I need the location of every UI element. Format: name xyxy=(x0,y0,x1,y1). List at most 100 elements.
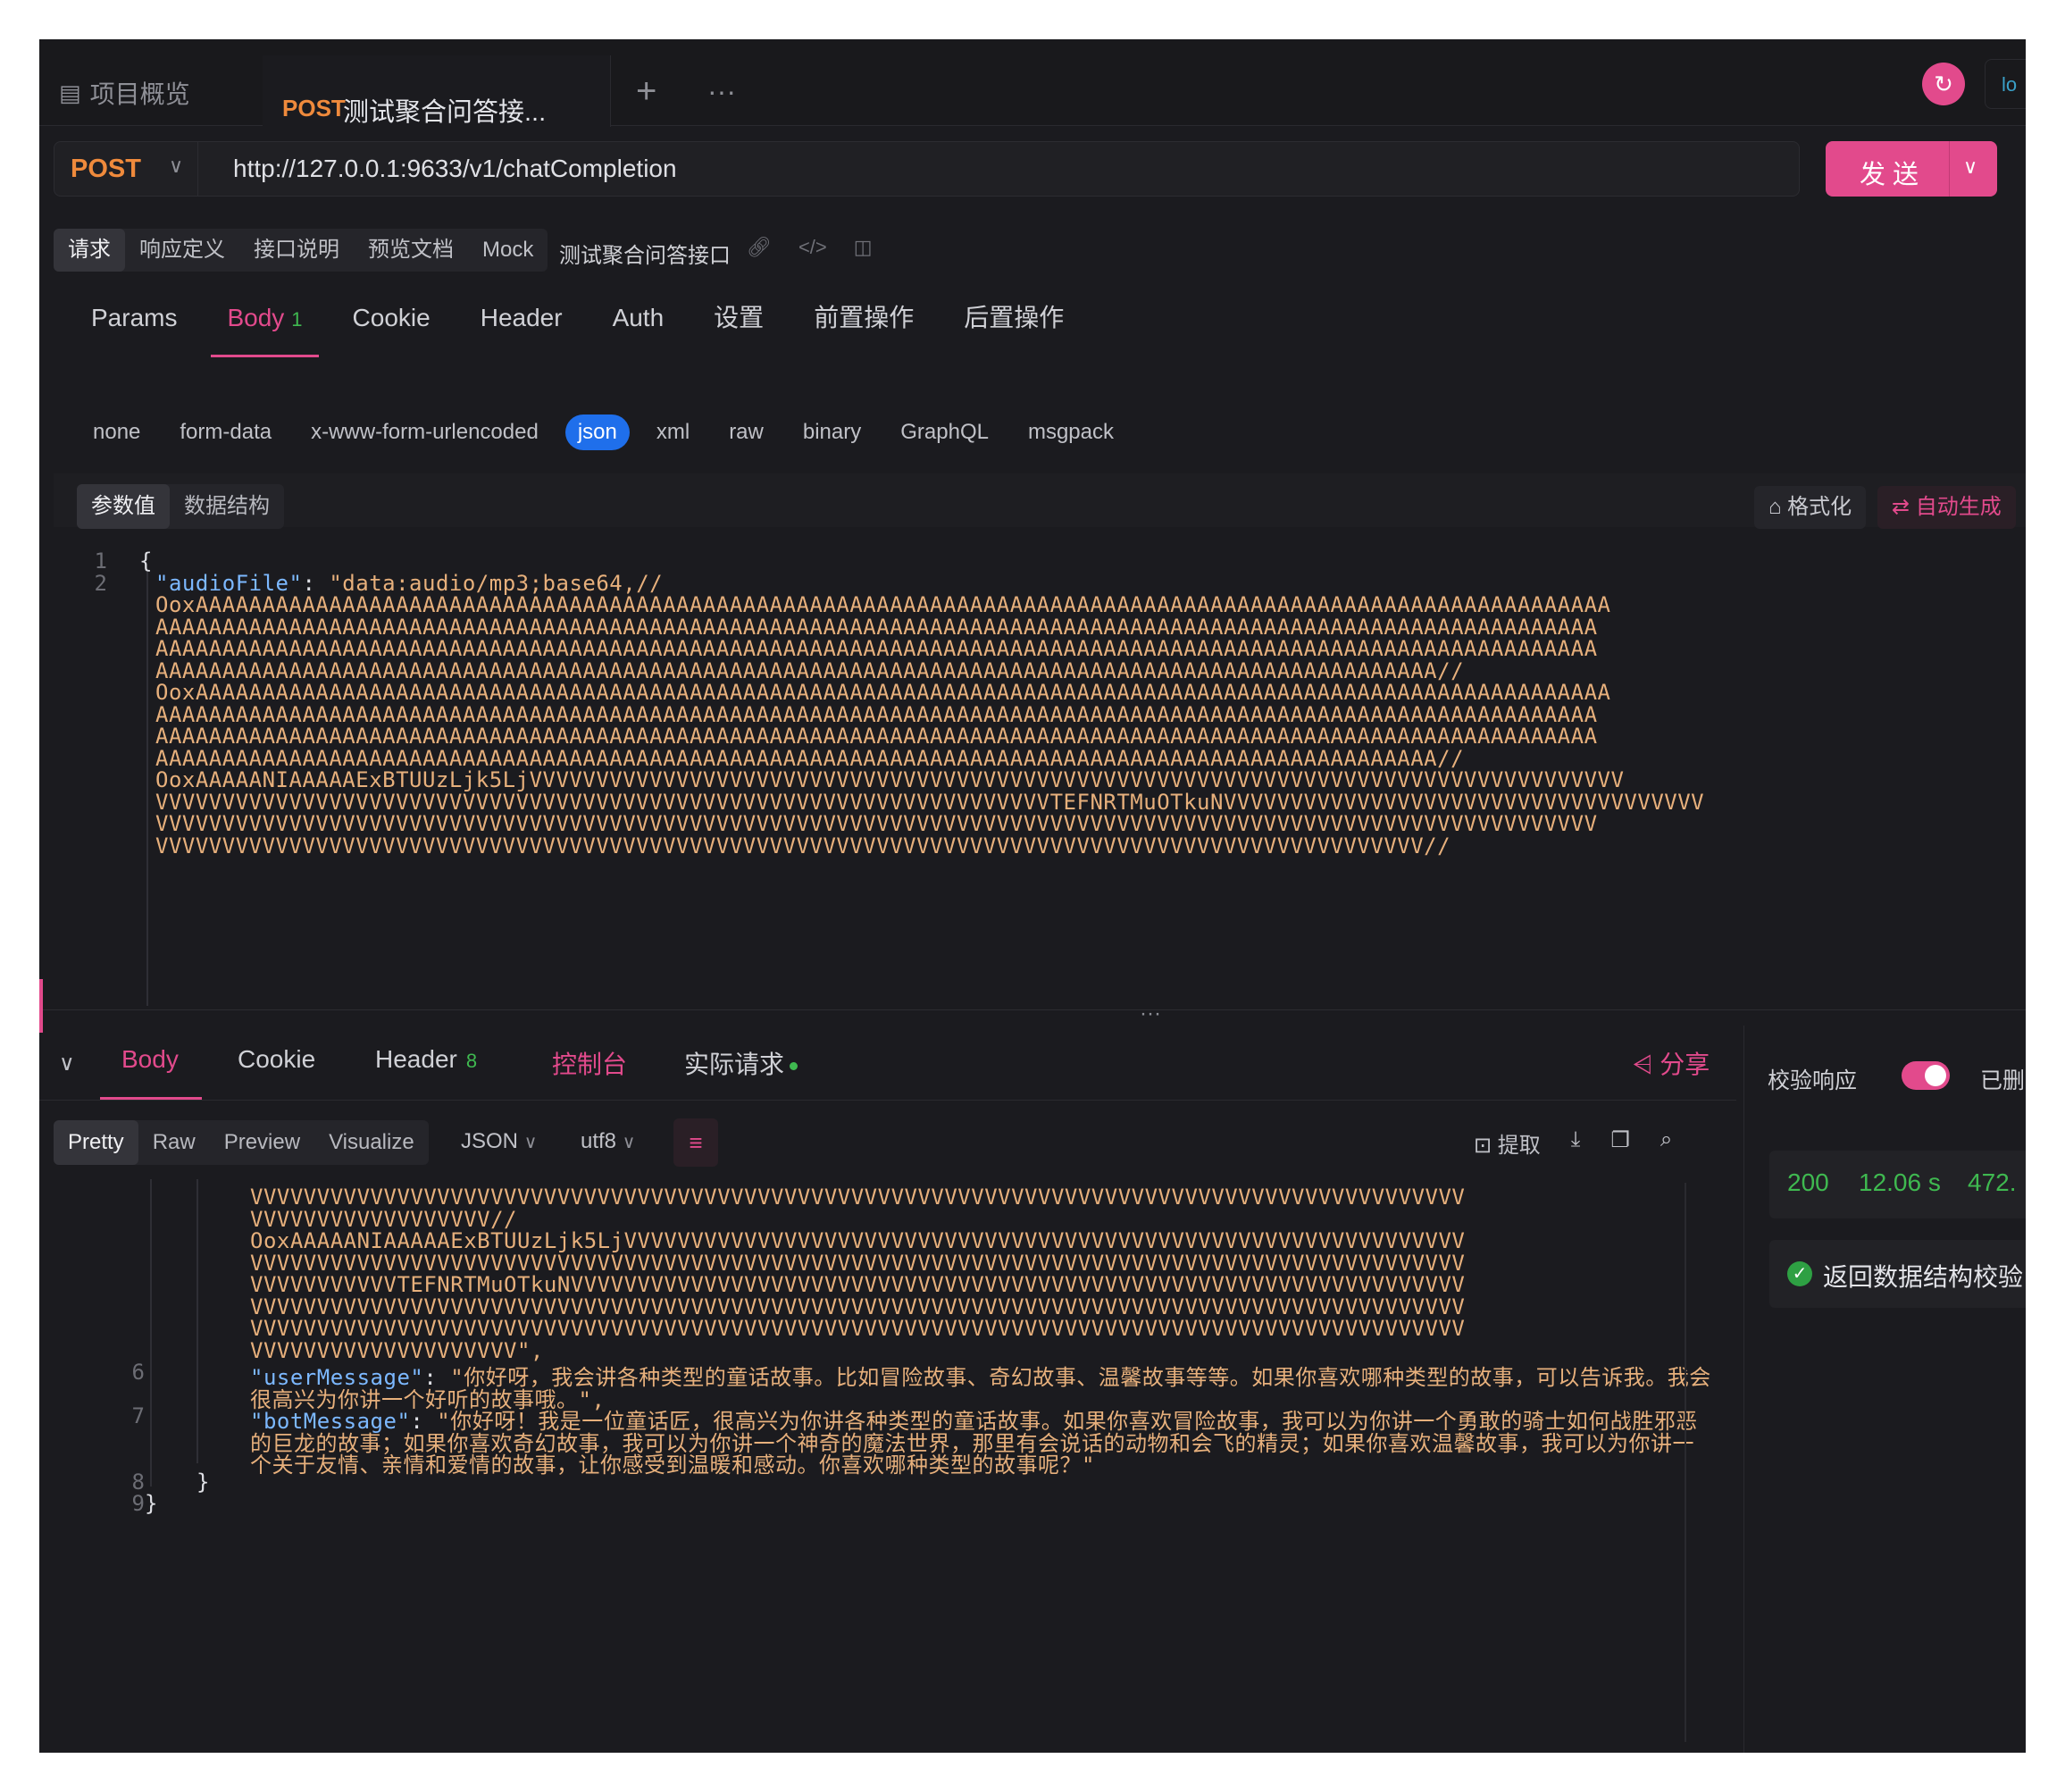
url-divider xyxy=(197,142,198,196)
body-type-msgpack[interactable]: msgpack xyxy=(1016,415,1126,450)
json-value: VVVVVVVVVVVVVVVVVVVVVVVVVVVVVVVVVVVVVVVV… xyxy=(155,833,1451,858)
share-button[interactable]: ⩤ 分享 xyxy=(1633,1045,1710,1081)
tab-pre-request[interactable]: 前置操作 xyxy=(798,298,930,357)
overview-icon: ▤ xyxy=(59,79,81,106)
panel-icon[interactable]: ◫ xyxy=(854,236,873,259)
tab-current-request[interactable]: POST 测试聚合问答接... xyxy=(263,55,611,127)
auto-generate-label: 自动生成 xyxy=(1915,495,2002,519)
code-line: { xyxy=(139,548,153,574)
new-tab-plus-icon[interactable]: + xyxy=(636,71,656,112)
edge-button[interactable]: lo xyxy=(1985,59,2026,109)
format-preview[interactable]: Preview xyxy=(210,1120,314,1165)
editor-toolbar xyxy=(54,473,2026,527)
splitter-handle-icon[interactable]: ··· xyxy=(1140,1001,1161,1026)
charset-select[interactable]: utf8 ∨ xyxy=(581,1129,635,1154)
param-view-tabs: 参数值 数据结构 xyxy=(77,484,284,529)
body-type-binary[interactable]: binary xyxy=(790,415,874,450)
url-input[interactable]: http://127.0.0.1:9633/v1/chatCompletion xyxy=(233,155,677,183)
link-icon[interactable]: 🔗︎ xyxy=(747,236,772,259)
api-actions: 🔗︎ </> ◫ xyxy=(747,236,873,259)
collapse-chevron-icon[interactable]: ∨ xyxy=(59,1051,75,1076)
sync-icon[interactable]: ↻ xyxy=(1922,63,1965,105)
send-button[interactable]: 发送 ∨ xyxy=(1826,141,1997,197)
chevron-down-icon[interactable]: ∨ xyxy=(169,155,183,178)
download-icon[interactable]: ⤓ xyxy=(1571,1127,1581,1159)
body-type-selector: none form-data x-www-form-urlencoded jso… xyxy=(80,415,1141,450)
format-raw[interactable]: Raw xyxy=(138,1120,210,1165)
code-line: } xyxy=(196,1470,210,1495)
response-tabs: ∨ Body Cookie Header 8 控制台 实际请求 ⩤ 分享 xyxy=(39,1026,1736,1101)
resp-tab-header-count: 8 xyxy=(465,1050,478,1072)
body-type-raw[interactable]: raw xyxy=(716,415,776,450)
code-icon[interactable]: </> xyxy=(798,236,827,259)
json-value: } xyxy=(145,1491,158,1516)
body-type-graphql[interactable]: GraphQL xyxy=(888,415,1001,450)
resp-tab-actual-request[interactable]: 实际请求 xyxy=(684,1045,798,1081)
body-type-urlencoded[interactable]: x-www-form-urlencoded xyxy=(298,415,551,450)
tab-param-values[interactable]: 参数值 xyxy=(77,484,170,529)
tab-project-overview[interactable]: ▤ 项目概览 xyxy=(59,75,190,111)
body-type-none[interactable]: none xyxy=(80,415,153,450)
response-scrollbar[interactable] xyxy=(1685,1183,1686,1742)
left-edge-marker xyxy=(39,979,43,1033)
method-select[interactable]: POST xyxy=(71,155,141,184)
response-tools: ⊡ 提取 ⤓ ❐ ⌕ xyxy=(1474,1127,1672,1159)
validate-response-label: 校验响应 xyxy=(1768,1068,1858,1093)
line-number: 2 xyxy=(94,570,107,596)
schema-validation-result[interactable]: ✓ 返回数据结构校验 xyxy=(1769,1240,2026,1308)
subtab-response-definition[interactable]: 响应定义 xyxy=(125,229,239,272)
api-name: 测试聚合问答接口 xyxy=(559,244,731,268)
status-code: 200 xyxy=(1787,1168,1829,1196)
response-body-viewer[interactable]: VVVVVVVVVVVVVVVVVVVVVVVVVVVVVVVVVVVVVVVV… xyxy=(39,1179,1718,1753)
pane-splitter[interactable]: ··· xyxy=(39,1001,2026,1026)
resp-tab-console[interactable]: 控制台 xyxy=(552,1045,627,1081)
tab-data-structure[interactable]: 数据结构 xyxy=(170,484,284,529)
resp-tab-header[interactable]: Header 8 xyxy=(375,1045,477,1074)
body-type-form-data[interactable]: form-data xyxy=(167,415,284,450)
subtab-mock[interactable]: Mock xyxy=(468,229,548,272)
resp-tab-cookie[interactable]: Cookie xyxy=(238,1045,315,1074)
extract-icon: ⊡ xyxy=(1474,1134,1498,1158)
format-button[interactable]: ⌂ 格式化 xyxy=(1754,486,1867,529)
send-dropdown-chevron-icon[interactable]: ∨ xyxy=(1963,155,1977,179)
tab-body-count: 1 xyxy=(291,308,303,331)
response-stats: 200 12.06 s 472. xyxy=(1769,1151,2026,1218)
tab-settings[interactable]: 设置 xyxy=(698,298,780,357)
search-icon[interactable]: ⌕ xyxy=(1660,1127,1672,1159)
format-icon: ⌂ xyxy=(1768,495,1788,519)
send-divider xyxy=(1949,141,1950,197)
extract-button[interactable]: ⊡ 提取 xyxy=(1474,1127,1541,1159)
json-value: { xyxy=(139,548,153,574)
resp-tab-underline xyxy=(100,1097,202,1100)
tab-body[interactable]: Body 1 xyxy=(211,298,319,357)
format-pretty[interactable]: Pretty xyxy=(54,1120,138,1165)
body-type-json[interactable]: json xyxy=(564,415,630,450)
auto-generate-icon: ⇄ xyxy=(1892,495,1916,519)
tab-current-title: 测试聚合问答接... xyxy=(343,98,547,127)
tab-post-request[interactable]: 后置操作 xyxy=(948,298,1080,357)
resp-tab-body[interactable]: Body xyxy=(121,1045,179,1074)
language-select[interactable]: JSON ∨ xyxy=(461,1129,537,1154)
tab-header[interactable]: Header xyxy=(464,298,579,357)
subtab-request[interactable]: 请求 xyxy=(54,229,125,272)
copy-icon[interactable]: ❐ xyxy=(1610,1127,1630,1159)
schema-validation-label: 返回数据结构校验 xyxy=(1823,1263,2024,1291)
indent-guide xyxy=(150,1179,152,1486)
tab-auth[interactable]: Auth xyxy=(597,298,681,357)
auto-generate-button[interactable]: ⇄ 自动生成 xyxy=(1877,486,2016,529)
tab-bar: ▤ 项目概览 POST 测试聚合问答接... + ··· ↻ lo xyxy=(39,39,2026,127)
tab-method-badge: POST xyxy=(282,95,346,121)
wrap-lines-icon[interactable]: ≡ xyxy=(673,1118,718,1167)
validate-response-toggle[interactable] xyxy=(1902,1061,1950,1090)
line-number: 6 xyxy=(131,1360,145,1385)
url-bar: POST ∨ http://127.0.0.1:9633/v1/chatComp… xyxy=(54,141,1800,197)
subtab-preview-doc[interactable]: 预览文档 xyxy=(354,229,468,272)
more-tabs-icon[interactable]: ··· xyxy=(707,75,736,108)
tab-cookie[interactable]: Cookie xyxy=(337,298,447,357)
body-type-xml[interactable]: xml xyxy=(644,415,702,450)
tab-params[interactable]: Params xyxy=(75,298,193,357)
format-visualize[interactable]: Visualize xyxy=(314,1120,429,1165)
resp-tab-actual-request-label: 实际请求 xyxy=(684,1051,785,1078)
request-body-editor[interactable]: 1{2 "audioFile": "data:audio/mp3;base64,/… xyxy=(54,541,2026,1006)
subtab-api-description[interactable]: 接口说明 xyxy=(239,229,354,272)
